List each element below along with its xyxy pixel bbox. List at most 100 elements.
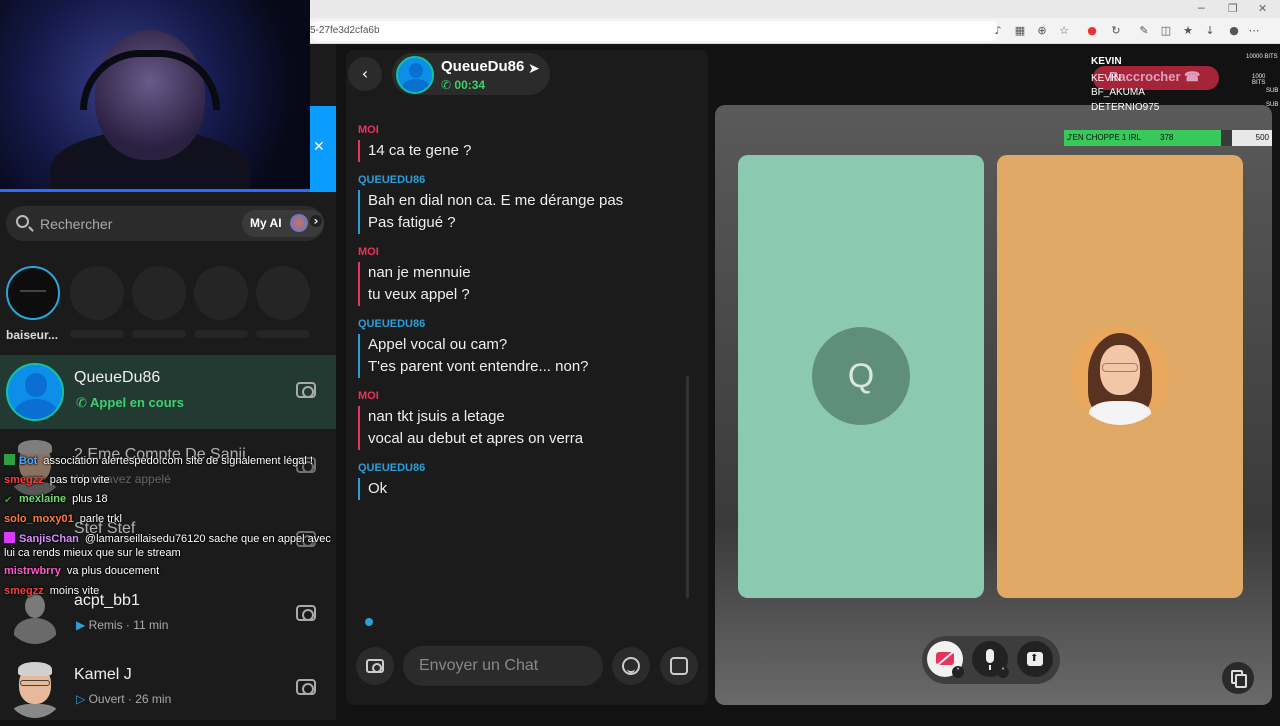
extension-icon[interactable]: ✎ (1136, 23, 1152, 39)
split-screen-icon[interactable]: ◫ (1158, 23, 1174, 39)
stream-chat-line: SanjisChan @lamarseillaisedu76120 sache q… (4, 532, 331, 545)
phone-icon: ✆ (441, 78, 452, 92)
back-button[interactable]: ‹ (348, 57, 382, 91)
zoom-icon[interactable]: ⊕ (1034, 23, 1050, 39)
stream-goal-bar: J'EN CHOPPE 1 IRL 378 500 (1064, 130, 1272, 146)
remote-avatar-initial: Q (812, 327, 910, 425)
story-placeholder (256, 266, 310, 320)
my-ai-button[interactable]: My AI › (242, 210, 324, 237)
stream-chat-line: smegzz pas trop vite (4, 474, 110, 486)
friend-name: QueueDu86 (74, 369, 161, 386)
camera-icon[interactable] (296, 679, 316, 695)
headphones (80, 50, 220, 110)
stream-leaderboard-overlay: KEVIN 10000 BITS 1000 BITS KEVIN BF_AKUM… (1088, 54, 1278, 114)
stream-chat-line: smegzz moins vite (4, 585, 100, 597)
chat-scrollbar[interactable] (686, 376, 689, 598)
message-group: QUEUEDU86 Bah en dial non ca. E me déran… (358, 174, 688, 234)
sender-label: MOI (358, 124, 379, 136)
minimize-icon[interactable]: ─ (1198, 2, 1205, 15)
avatar (6, 660, 64, 718)
chevron-up-icon[interactable]: ˄ (997, 666, 1009, 678)
search-bar[interactable]: Rechercher My AI › (6, 206, 324, 241)
friend-row-kamel[interactable]: Kamel J ▷ Ouvert · 26 min (0, 652, 336, 726)
camera-button[interactable] (356, 647, 394, 685)
avatar (6, 438, 64, 496)
friend-status: ✆ Appel en cours (76, 395, 184, 411)
chevron-right-icon: › (310, 215, 322, 227)
message-group: QUEUEDU86 Appel vocal ou cam? T'es parent… (358, 318, 688, 378)
message-group: MOI nan tkt jsuis a letage vocal au debut… (358, 390, 688, 450)
adblock-icon[interactable]: ● (1084, 23, 1100, 39)
chat-input[interactable]: Envoyer un Chat (403, 646, 603, 686)
sub-badge-icon (4, 532, 15, 543)
sender-label: QUEUEDU86 (358, 462, 426, 474)
microphone-permission-icon[interactable]: ♪ (990, 23, 1006, 39)
share-screen-button[interactable]: ⬆ (1017, 641, 1053, 677)
sub-tag: SUB (1266, 102, 1279, 108)
close-banner-icon[interactable]: ✕ (313, 138, 325, 155)
stream-chat-line: ✔ mexlaine plus 18 (4, 493, 108, 506)
mouse-cursor-icon: ➤ (528, 61, 540, 77)
sender-label: MOI (358, 390, 379, 402)
sent-arrow-icon: ▶ (76, 618, 86, 632)
story-bubble-1[interactable] (6, 266, 60, 320)
streamer-webcam (0, 0, 310, 192)
call-timer: ✆ 00:34 (441, 78, 486, 92)
camera-icon[interactable] (296, 382, 316, 398)
pop-out-icon (1235, 674, 1247, 688)
avatar (6, 363, 64, 421)
story-placeholder (132, 266, 186, 320)
sender-label: QUEUEDU86 (358, 174, 426, 186)
second-donor-bits: 1000 BITS (1252, 74, 1266, 86)
story-label-placeholder (194, 330, 248, 338)
story-placeholder (194, 266, 248, 320)
profile-icon[interactable]: ● (1226, 23, 1242, 39)
message-list: MOI 14 ca te gene ? QUEUEDU86 Bah en dia… (358, 116, 688, 500)
bitmoji-avatar (1071, 327, 1169, 425)
pop-out-button[interactable] (1222, 662, 1254, 694)
avatar (396, 56, 434, 94)
sticker-button[interactable] (660, 647, 698, 685)
leaderboard-entry: BF_AKUMA (1091, 87, 1145, 98)
call-controls: ˄ ˄ ⬆ (922, 636, 1060, 684)
sender-label: QUEUEDU86 (358, 318, 426, 330)
restore-icon[interactable]: ❐ (1228, 2, 1238, 15)
address-bar[interactable]: 5-27fe3d2cfa6b (310, 21, 1000, 41)
goal-current: 378 (1160, 133, 1174, 142)
chat-header[interactable]: QueueDu86 ✆ 00:34 (392, 53, 550, 95)
friend-name: Kamel J (74, 666, 132, 683)
leaderboard-entry: KEVIN (1091, 73, 1122, 84)
refresh-extension-icon[interactable]: ↻ (1108, 23, 1124, 39)
favorite-star-icon[interactable]: ☆ (1056, 23, 1072, 39)
message-body: Bah en dial non ca. E me dérange pas Pas … (358, 190, 688, 234)
my-ai-avatar (290, 214, 308, 232)
sender-label: MOI (358, 246, 379, 258)
friend-status: ▷ Ouvert · 26 min (76, 692, 172, 706)
promo-banner[interactable]: ✕ (310, 106, 336, 192)
message-group: MOI 14 ca te gene ? (358, 124, 688, 162)
close-window-icon[interactable]: ✕ (1258, 2, 1267, 15)
leaderboard-entry: DETERNIO975 (1091, 102, 1160, 113)
contact-name: QueueDu86 (441, 58, 525, 75)
collections-icon[interactable]: ★ (1180, 23, 1196, 39)
message-body: nan tkt jsuis a letage vocal au debut et … (358, 406, 688, 450)
story-label-placeholder (256, 330, 310, 338)
story-label-placeholder (70, 330, 124, 338)
message-body: 14 ca te gene ? (358, 140, 688, 162)
more-menu-icon[interactable]: ⋯ (1246, 23, 1262, 39)
search-icon (16, 215, 29, 228)
emoji-button[interactable] (612, 647, 650, 685)
search-input[interactable]: Rechercher (40, 216, 112, 232)
story-label: baiseur... (6, 328, 59, 342)
apps-icon[interactable]: ▦ (1012, 23, 1028, 39)
downloads-icon[interactable]: ↓ (1202, 23, 1218, 39)
top-donor-name: KEVIN (1091, 56, 1122, 67)
opened-arrow-icon: ▷ (76, 692, 86, 706)
sub-tag: SUB (1266, 88, 1279, 94)
friend-row-queuedu86[interactable]: QueueDu86 ✆ Appel en cours (0, 355, 336, 429)
stream-chat-line: lui ca rends mieux que sur le stream (4, 547, 181, 559)
chevron-up-icon[interactable]: ˄ (952, 666, 964, 678)
story-placeholder (70, 266, 124, 320)
message-body: Ok (358, 478, 688, 500)
camera-icon[interactable] (296, 605, 316, 621)
